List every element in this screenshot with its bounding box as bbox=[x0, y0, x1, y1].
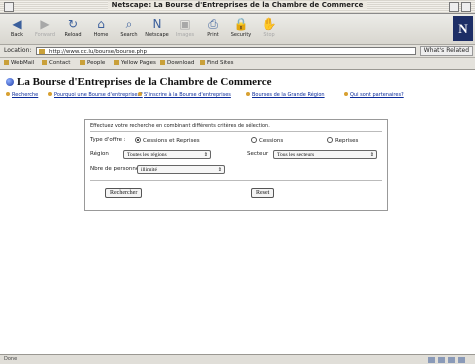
radio-cessions[interactable]: Cessions bbox=[251, 137, 283, 144]
window-title: Netscape: La Bourse d'Entreprises de la … bbox=[107, 1, 368, 9]
type-label: Type d'offre : bbox=[90, 137, 126, 143]
divider bbox=[90, 180, 382, 181]
netscape-button[interactable]: N Netscape bbox=[144, 16, 170, 42]
forward-button[interactable]: ▶ Forward bbox=[32, 16, 58, 42]
reload-icon: ↻ bbox=[67, 17, 79, 31]
reload-button[interactable]: ↻ Reload bbox=[60, 16, 86, 42]
nav-link-partenaires[interactable]: Qui sont partenaires? bbox=[344, 92, 404, 98]
search-button[interactable]: ⌕ Search bbox=[116, 16, 142, 42]
bookmark-webmail[interactable]: WebMail bbox=[4, 60, 34, 66]
chevron-updown-icon: ⇕ bbox=[203, 153, 208, 158]
nav-link-pourquoi[interactable]: Pourquoi une Bourse d'entreprises? bbox=[48, 92, 143, 98]
zoom-box-icon[interactable] bbox=[449, 2, 459, 12]
page-title: La Bourse d'Entreprises de la Chambre de… bbox=[6, 76, 272, 88]
mail-icon[interactable] bbox=[448, 357, 455, 363]
netscape-logo-icon[interactable]: N bbox=[453, 16, 473, 41]
region-label: Région bbox=[90, 151, 109, 157]
security-status-icon[interactable] bbox=[428, 357, 435, 363]
chevron-updown-icon: ⇕ bbox=[369, 153, 374, 158]
home-button[interactable]: ⌂ Home bbox=[88, 16, 114, 42]
back-arrow-icon: ◀ bbox=[12, 17, 22, 31]
composer-icon[interactable] bbox=[458, 357, 465, 363]
home-icon: ⌂ bbox=[97, 17, 105, 31]
location-label: Location: bbox=[4, 47, 32, 54]
browser-window: Netscape: La Bourse d'Entreprises de la … bbox=[0, 0, 475, 364]
nav-link-grande-region[interactable]: Bourses de la Grande Région bbox=[246, 92, 325, 98]
netscape-icon: N bbox=[152, 17, 162, 31]
component-bar-icon[interactable] bbox=[438, 357, 445, 363]
bullet-ball-icon bbox=[6, 78, 14, 86]
back-button[interactable]: ◀ Back bbox=[4, 16, 30, 42]
personal-toolbar: WebMail Contact People Yellow Pages Down… bbox=[0, 58, 475, 70]
collapse-box-icon[interactable] bbox=[461, 2, 471, 12]
employees-label: Nbre de personnes bbox=[90, 166, 143, 172]
title-bar[interactable]: Netscape: La Bourse d'Entreprises de la … bbox=[0, 0, 475, 14]
radio-icon[interactable] bbox=[251, 137, 257, 143]
print-button[interactable]: ⎙ Print bbox=[200, 16, 226, 42]
divider bbox=[90, 131, 382, 132]
bookmark-people[interactable]: People bbox=[80, 60, 105, 66]
radio-reprises[interactable]: Reprises bbox=[327, 137, 358, 144]
form-intro: Effectuez votre recherche en combinant d… bbox=[90, 123, 270, 129]
reset-button[interactable]: Reset bbox=[251, 188, 275, 198]
status-text: Done bbox=[4, 356, 18, 362]
whats-related-button[interactable]: What's Related bbox=[419, 46, 473, 56]
security-button[interactable]: 🔒 Security bbox=[228, 16, 254, 42]
employees-select[interactable]: illimité ⇕ bbox=[137, 165, 225, 174]
page-content: La Bourse d'Entreprises de la Chambre de… bbox=[0, 70, 475, 354]
chevron-updown-icon: ⇕ bbox=[217, 168, 222, 173]
search-submit-button[interactable]: Rechercher bbox=[105, 188, 143, 198]
security-lock-icon: 🔒 bbox=[233, 17, 249, 31]
images-icon: ▣ bbox=[179, 17, 191, 31]
sector-select[interactable]: Tous les secteurs ⇕ bbox=[273, 150, 377, 159]
nav-link-recherche[interactable]: Recherche bbox=[6, 92, 38, 98]
forward-arrow-icon: ▶ bbox=[40, 17, 50, 31]
stop-button[interactable]: ✋ Stop bbox=[256, 16, 282, 42]
radio-icon[interactable] bbox=[327, 137, 333, 143]
sector-label: Secteur bbox=[247, 151, 269, 157]
location-bar: Location: http://www.cc.lu/bourse/bourse… bbox=[0, 45, 475, 58]
radio-checked-icon[interactable] bbox=[135, 137, 141, 143]
print-icon: ⎙ bbox=[208, 17, 218, 31]
bookmark-contact[interactable]: Contact bbox=[42, 60, 70, 66]
region-select[interactable]: Toutes les régions ⇕ bbox=[123, 150, 211, 159]
status-bar: Done bbox=[0, 354, 475, 364]
images-button[interactable]: ▣ Images bbox=[172, 16, 198, 42]
page-proxy-icon[interactable] bbox=[39, 49, 45, 54]
search-form: Effectuez votre recherche en combinant d… bbox=[84, 119, 388, 211]
radio-cessions-reprises[interactable]: Cessions et Reprises bbox=[135, 137, 200, 144]
search-icon: ⌕ bbox=[125, 17, 133, 31]
bookmark-yellow-pages[interactable]: Yellow Pages bbox=[114, 60, 156, 66]
nav-link-inscrire[interactable]: S'inscrire à la Bourse d'entreprises bbox=[138, 92, 231, 98]
url-input[interactable]: http://www.cc.lu/bourse/bourse.php bbox=[36, 47, 416, 55]
navigation-toolbar: ◀ Back ▶ Forward ↻ Reload ⌂ Home ⌕ Search N Ne… bbox=[0, 14, 475, 45]
bookmark-download[interactable]: Download bbox=[160, 60, 194, 66]
stop-icon: ✋ bbox=[261, 17, 277, 31]
bookmark-find-sites[interactable]: Find Sites bbox=[200, 60, 233, 66]
